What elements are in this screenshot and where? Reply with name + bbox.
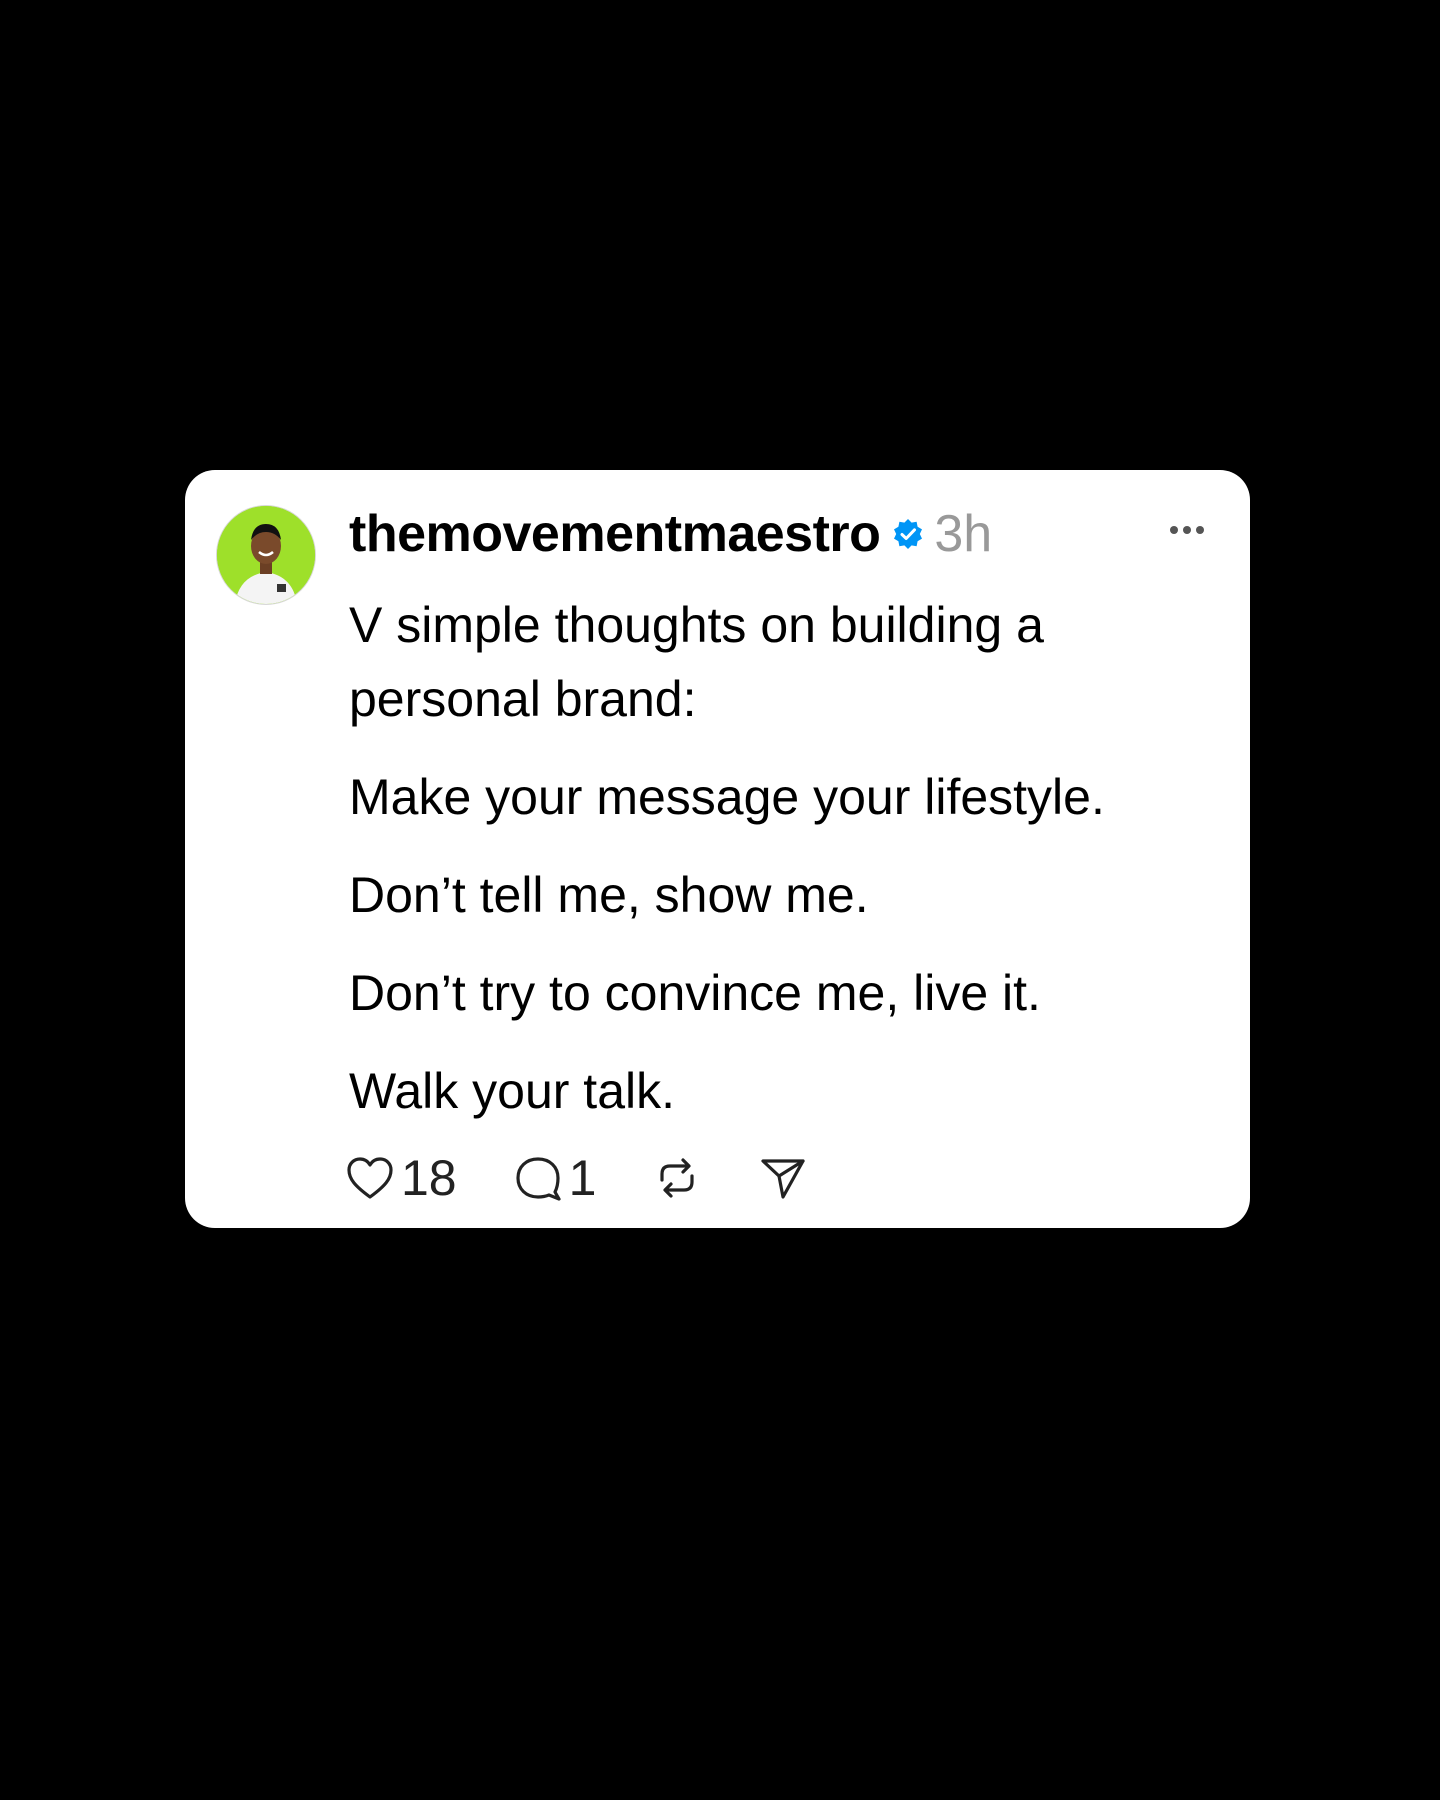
reply-count: 1 bbox=[568, 1150, 597, 1206]
heart-icon bbox=[347, 1157, 393, 1199]
post-text-line: Don’t try to convince me, live it. bbox=[349, 965, 1041, 1021]
post-card: themovementmaestro 3h V simple thoughts … bbox=[185, 470, 1250, 1228]
repost-button[interactable] bbox=[652, 1154, 702, 1202]
post-timestamp: 3h bbox=[934, 505, 993, 563]
more-options-icon[interactable] bbox=[1166, 522, 1208, 538]
post-actions: 18 1 bbox=[345, 1150, 864, 1206]
send-icon bbox=[761, 1159, 806, 1199]
share-button[interactable] bbox=[758, 1154, 808, 1202]
comment-bubble-icon bbox=[516, 1157, 561, 1201]
username[interactable]: themovementmaestro bbox=[349, 504, 881, 564]
reply-button[interactable]: 1 bbox=[513, 1149, 597, 1207]
post-text-line: Walk your talk. bbox=[349, 1063, 676, 1119]
post-text-line: Make your message your lifestyle. bbox=[349, 769, 1105, 825]
post-text-line: Don’t tell me, show me. bbox=[349, 867, 869, 923]
repost-icon bbox=[660, 1158, 695, 1198]
post-body: V simple thoughts on building a personal… bbox=[349, 588, 1209, 1152]
like-button[interactable]: 18 bbox=[345, 1149, 457, 1207]
post-header: themovementmaestro 3h bbox=[349, 504, 992, 564]
post-text-line: V simple thoughts on building a personal… bbox=[349, 597, 1044, 727]
like-count: 18 bbox=[401, 1150, 457, 1206]
avatar[interactable] bbox=[217, 506, 315, 604]
verified-badge-icon bbox=[892, 518, 924, 550]
